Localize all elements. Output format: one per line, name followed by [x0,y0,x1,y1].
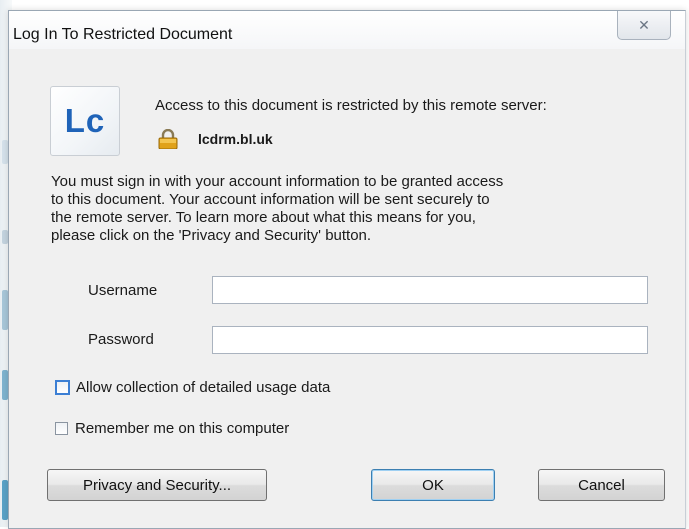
password-field[interactable] [212,326,648,354]
info-line: the remote server. To learn more about w… [51,209,476,226]
close-button[interactable]: ✕ [617,11,671,40]
ok-button[interactable]: OK [371,469,495,501]
username-label: Username [88,282,158,299]
remember-me-option[interactable]: Remember me on this computer [55,420,289,437]
usage-data-option[interactable]: Allow collection of detailed usage data [55,379,330,396]
password-label: Password [88,331,154,348]
info-text: You must sign in with your account infor… [51,173,671,245]
info-line: please click on the 'Privacy and Securit… [51,227,372,244]
usage-data-checkbox[interactable] [55,380,70,395]
server-name: lcdrm.bl.uk [198,131,273,147]
title-bar: Log In To Restricted Document ✕ [9,11,685,49]
dialog-body: Lc Access to this document is restricted… [17,49,679,524]
livecycle-logo: Lc [50,86,120,156]
info-line: to this document. Your account informati… [51,191,490,208]
remember-me-checkbox[interactable] [55,422,68,435]
login-dialog: Log In To Restricted Document ✕ Lc Acces… [8,10,686,529]
privacy-security-button[interactable]: Privacy and Security... [47,469,267,501]
access-message: Access to this document is restricted by… [155,97,547,114]
close-icon: ✕ [638,16,650,33]
cancel-button[interactable]: Cancel [538,469,665,501]
logo-text: Lc [64,102,106,139]
username-field[interactable] [212,276,648,304]
lock-icon [158,129,178,149]
info-line: You must sign in with your account infor… [51,173,504,190]
dialog-title: Log In To Restricted Document [13,26,233,43]
usage-data-label[interactable]: Allow collection of detailed usage data [76,379,330,396]
remember-me-label[interactable]: Remember me on this computer [75,420,289,437]
